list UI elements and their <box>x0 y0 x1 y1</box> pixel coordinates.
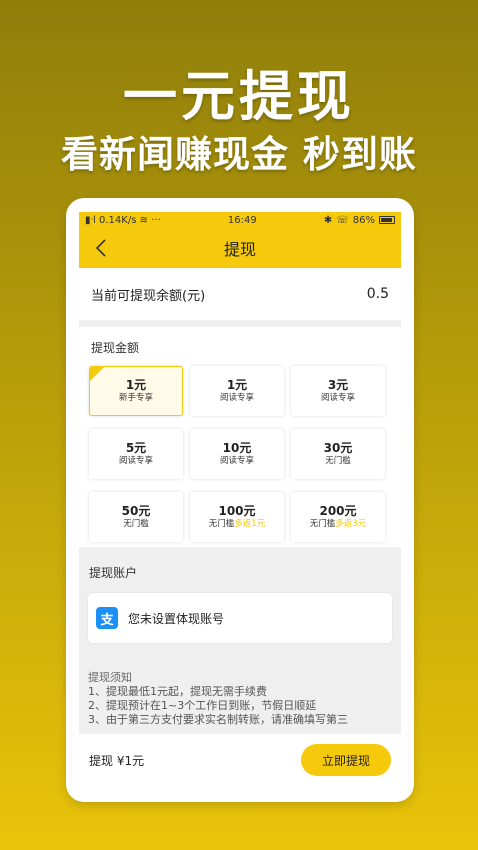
amount-option[interactable]: 1元 新手专享 <box>89 366 183 416</box>
amount-option-desc: 阅读专享 <box>321 392 355 404</box>
status-time: 16:49 <box>227 214 257 226</box>
bluetooth-icon: ✱ <box>323 214 333 226</box>
notice-line: 1、提现最低1元起，提现无需手续费 <box>88 685 267 698</box>
amount-option-value: 1元 <box>125 378 147 392</box>
amount-option[interactable]: 5元 阅读专享 <box>89 429 183 479</box>
balance-card: 当前可提现余额(元) 0.5 <box>79 268 401 320</box>
selected-corner-icon <box>90 367 104 381</box>
amount-option-desc-text: 无门槛 <box>309 519 336 529</box>
amount-option-value: 50元 <box>121 504 151 518</box>
footer-bar: 提现 ¥1元 立即提现 <box>79 734 401 786</box>
account-section-label: 提现账户 <box>89 566 138 580</box>
amount-option-desc: 无门槛 <box>123 518 149 530</box>
amount-option-value: 100元 <box>218 504 256 518</box>
promo-subtitle: 看新闻赚现金 秒到账 <box>61 133 417 176</box>
amount-option-desc: 阅读专享 <box>220 392 254 404</box>
amount-option-desc-text: 无门槛 <box>208 519 235 529</box>
amount-option-desc: 新手专享 <box>119 392 153 404</box>
amount-option-value: 200元 <box>319 504 357 518</box>
promo-title: 一元提现 <box>123 65 355 128</box>
amount-option-desc: 无门槛多返1元 <box>209 518 265 530</box>
balance-value: 0.5 <box>366 286 389 302</box>
notice: 提现须知 1、提现最低1元起，提现无需手续费 2、提现预计在1~3个工作日到账，… <box>79 671 401 727</box>
app-screen: ▮ᐧl 0.14K/s ≋ ··· 16:49 ✱ ☏ 86% 提现 当前可提现… <box>79 212 401 786</box>
back-button[interactable] <box>89 236 113 260</box>
amount-option-desc-text: 阅读专享 <box>219 456 254 466</box>
chevron-left-icon <box>95 239 106 257</box>
amount-option-desc-text: 阅读专享 <box>219 393 254 403</box>
alarm-icon: ☏ <box>336 214 349 226</box>
amount-section: 提现金额 1元 新手专享 1元 阅读专享 3元 阅读专享 5元 阅读专享 10元 阅读专享 30元无… <box>79 327 401 547</box>
battery-icon <box>378 216 395 224</box>
account-row[interactable]: 支 您未设置体现账号 <box>88 593 392 643</box>
footer-amount: 提现 ¥1元 <box>89 753 145 768</box>
amount-option-bonus: 多返3元 <box>335 519 367 529</box>
amount-option[interactable]: 100元 无门槛多返1元 <box>190 492 284 542</box>
amount-option[interactable]: 3元 阅读专享 <box>291 366 385 416</box>
account-text: 您未设置体现账号 <box>128 611 225 626</box>
status-right: ✱ ☏ 86% <box>324 215 395 226</box>
notice-line: 2、提现预计在1~3个工作日到账，节假日顺延 <box>88 699 317 712</box>
account-section: 提现账户 支 您未设置体现账号 <box>79 564 401 643</box>
battery-percent: 86% <box>352 214 375 226</box>
withdraw-button[interactable]: 立即提现 <box>301 744 391 776</box>
amount-option-value: 30元 <box>323 441 353 455</box>
status-bar: ▮ᐧl 0.14K/s ≋ ··· 16:49 ✱ ☏ 86% <box>79 212 401 228</box>
amount-option-desc-text: 无门槛 <box>123 519 149 529</box>
amount-option[interactable]: 30元 无门槛 <box>291 429 385 479</box>
status-network: ▮ᐧl 0.14K/s ≋ ··· <box>85 214 161 226</box>
phone-frame: ▮ᐧl 0.14K/s ≋ ··· 16:49 ✱ ☏ 86% 提现 当前可提现… <box>66 198 414 802</box>
nav-bar: 提现 <box>79 228 401 268</box>
amount-grid: 1元 新手专享 1元 阅读专享 3元 阅读专享 5元 阅读专享 10元 阅读专享 30元 无门槛 50元… <box>89 366 391 542</box>
amount-option-bonus: 多返1元 <box>234 519 266 529</box>
amount-section-label: 提现金额 <box>91 341 140 355</box>
amount-option-desc: 阅读专享 <box>220 455 254 467</box>
amount-option-desc-text: 新手专享 <box>118 393 153 403</box>
notice-title: 提现须知 <box>88 671 132 684</box>
amount-option[interactable]: 50元 无门槛 <box>89 492 183 542</box>
amount-option-value: 3元 <box>327 378 349 392</box>
amount-option-desc-text: 无门槛 <box>325 456 351 466</box>
amount-option[interactable]: 200元 无门槛多返3元 <box>291 492 385 542</box>
balance-label: 当前可提现余额(元) <box>91 288 206 304</box>
amount-option-desc: 无门槛多返3元 <box>310 518 366 530</box>
amount-option-desc: 无门槛 <box>325 455 351 467</box>
amount-option-value: 10元 <box>222 441 252 455</box>
amount-option-value: 1元 <box>226 378 248 392</box>
amount-option-desc-text: 阅读专享 <box>118 456 153 466</box>
page-title: 提现 <box>223 240 256 259</box>
notice-line: 3、由于第三方支付要求实名制转账，请准确填写第三 <box>88 713 348 726</box>
amount-option[interactable]: 1元 阅读专享 <box>190 366 284 416</box>
amount-option-desc: 阅读专享 <box>119 455 153 467</box>
amount-option-value: 5元 <box>125 441 147 455</box>
amount-option[interactable]: 10元 阅读专享 <box>190 429 284 479</box>
alipay-icon: 支 <box>96 607 118 629</box>
amount-option-desc-text: 阅读专享 <box>320 393 355 403</box>
